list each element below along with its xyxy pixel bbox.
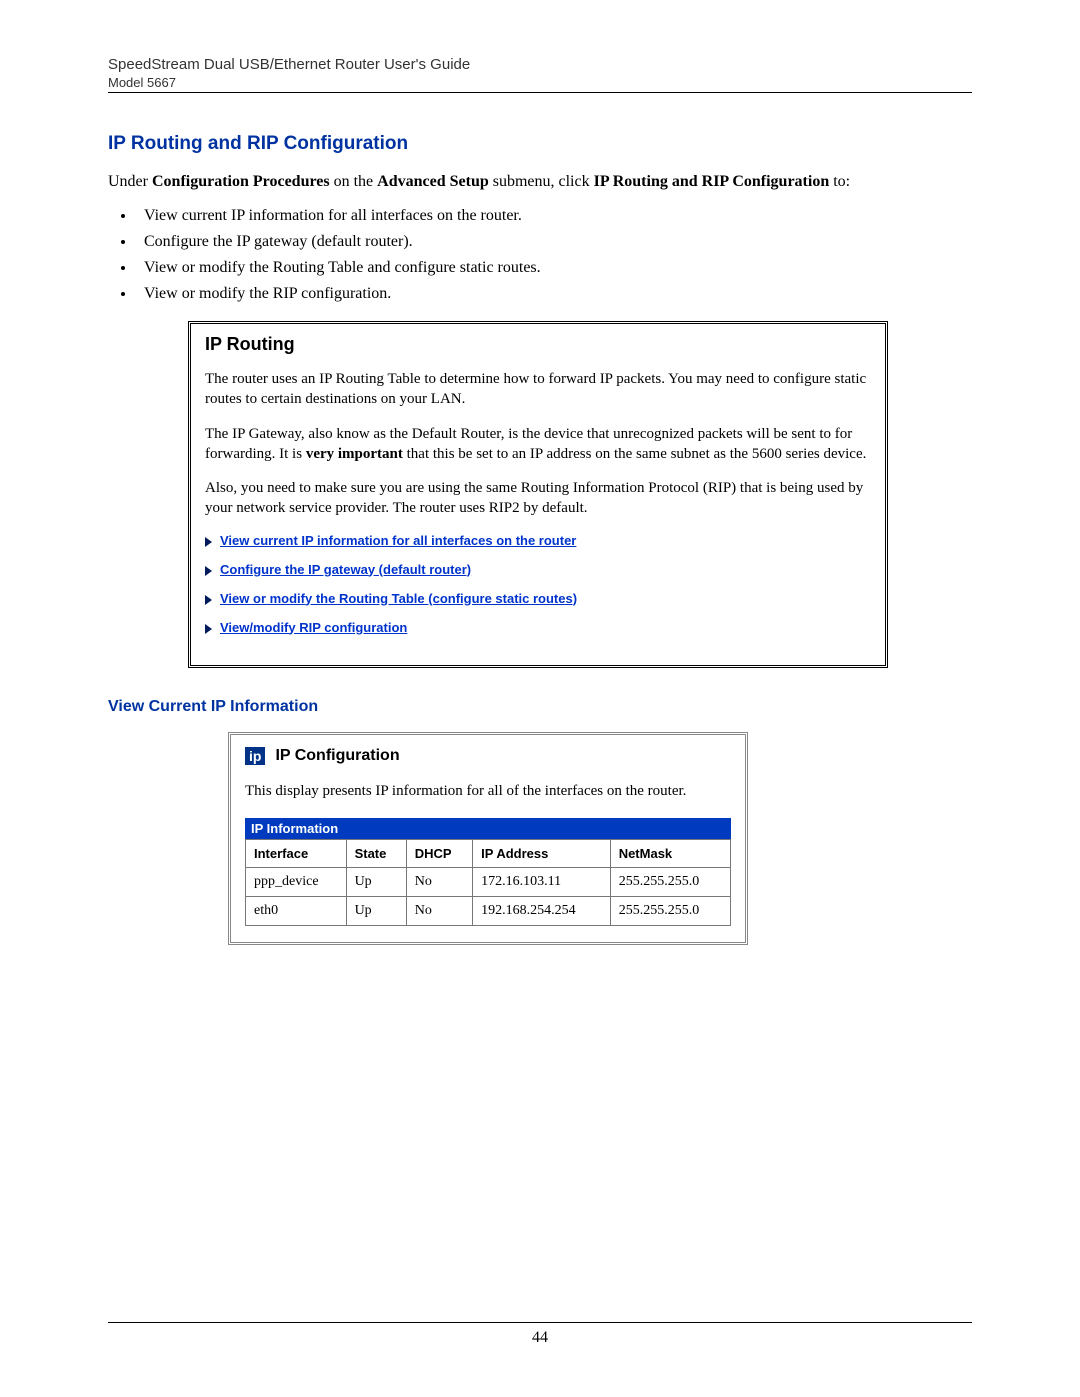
cell-netmask: 255.255.255.0: [610, 896, 730, 925]
ip-config-title: IP Configuration: [275, 747, 399, 765]
ip-information-bar: IP Information: [245, 818, 731, 839]
cell-dhcp: No: [406, 867, 472, 896]
link-view-ip-info[interactable]: View current IP information for all inte…: [220, 533, 576, 548]
ip-information-table: Interface State DHCP IP Address NetMask …: [245, 839, 731, 926]
table-row: eth0 Up No 192.168.254.254 255.255.255.0: [246, 896, 731, 925]
bullet-item: View current IP information for all inte…: [136, 207, 972, 225]
bullet-item: View or modify the Routing Table and con…: [136, 259, 972, 277]
header-title: SpeedStream Dual USB/Ethernet Router Use…: [108, 56, 972, 73]
arrow-icon: [205, 595, 212, 605]
header-model: Model 5667: [108, 75, 972, 90]
intro-bold-1: Configuration Procedures: [152, 173, 330, 190]
page-header: SpeedStream Dual USB/Ethernet Router Use…: [108, 56, 972, 93]
footer-divider: [108, 1322, 972, 1323]
cell-ip: 172.16.103.11: [473, 867, 611, 896]
subheading-view-ip: View Current IP Information: [108, 698, 972, 716]
ip-configuration-panel: ip IP Configuration This display present…: [228, 732, 748, 945]
link-rip-config[interactable]: View/modify RIP configuration: [220, 620, 407, 635]
cell-interface: ppp_device: [246, 867, 347, 896]
panel-paragraph-2: The IP Gateway, also know as the Default…: [205, 424, 871, 465]
ip-config-header: ip IP Configuration: [245, 747, 731, 765]
intro-text: to:: [829, 173, 850, 190]
table-row: ppp_device Up No 172.16.103.11 255.255.2…: [246, 867, 731, 896]
cell-ip: 192.168.254.254: [473, 896, 611, 925]
panel-link-row: Configure the IP gateway (default router…: [205, 562, 871, 577]
th-interface: Interface: [246, 839, 347, 867]
ip-routing-panel: IP Routing The router uses an IP Routing…: [188, 321, 888, 668]
panel-heading: IP Routing: [205, 334, 871, 355]
ip-config-description: This display presents IP information for…: [245, 783, 731, 800]
bullet-list: View current IP information for all inte…: [136, 207, 972, 303]
cell-dhcp: No: [406, 896, 472, 925]
link-configure-gateway[interactable]: Configure the IP gateway (default router…: [220, 562, 471, 577]
panel-link-row: View/modify RIP configuration: [205, 620, 871, 635]
arrow-icon: [205, 537, 212, 547]
intro-text: submenu, click: [489, 173, 594, 190]
panel-paragraph-3: Also, you need to make sure you are usin…: [205, 478, 871, 519]
cell-interface: eth0: [246, 896, 347, 925]
cell-netmask: 255.255.255.0: [610, 867, 730, 896]
bullet-item: Configure the IP gateway (default router…: [136, 233, 972, 251]
link-routing-table[interactable]: View or modify the Routing Table (config…: [220, 591, 577, 606]
th-netmask: NetMask: [610, 839, 730, 867]
arrow-icon: [205, 566, 212, 576]
cell-state: Up: [346, 896, 406, 925]
intro-paragraph: Under Configuration Procedures on the Ad…: [108, 173, 972, 191]
page: SpeedStream Dual USB/Ethernet Router Use…: [0, 0, 1080, 1397]
panel-link-row: View current IP information for all inte…: [205, 533, 871, 548]
page-number: 44: [0, 1329, 1080, 1347]
bullet-item: View or modify the RIP configuration.: [136, 285, 972, 303]
intro-bold-2: Advanced Setup: [377, 173, 489, 190]
intro-text: on the: [330, 173, 378, 190]
intro-bold-3: IP Routing and RIP Configuration: [594, 173, 830, 190]
cell-state: Up: [346, 867, 406, 896]
th-state: State: [346, 839, 406, 867]
panel-link-row: View or modify the Routing Table (config…: [205, 591, 871, 606]
table-header-row: Interface State DHCP IP Address NetMask: [246, 839, 731, 867]
ip-badge-icon: ip: [245, 747, 265, 765]
panel-link-list: View current IP information for all inte…: [205, 533, 871, 635]
th-dhcp: DHCP: [406, 839, 472, 867]
intro-text: Under: [108, 173, 152, 190]
arrow-icon: [205, 624, 212, 634]
section-heading: IP Routing and RIP Configuration: [108, 133, 972, 155]
panel-p2-post: that this be set to an IP address on the…: [403, 446, 867, 462]
panel-paragraph-1: The router uses an IP Routing Table to d…: [205, 369, 871, 410]
th-ip: IP Address: [473, 839, 611, 867]
panel-p2-bold: very important: [306, 446, 403, 462]
